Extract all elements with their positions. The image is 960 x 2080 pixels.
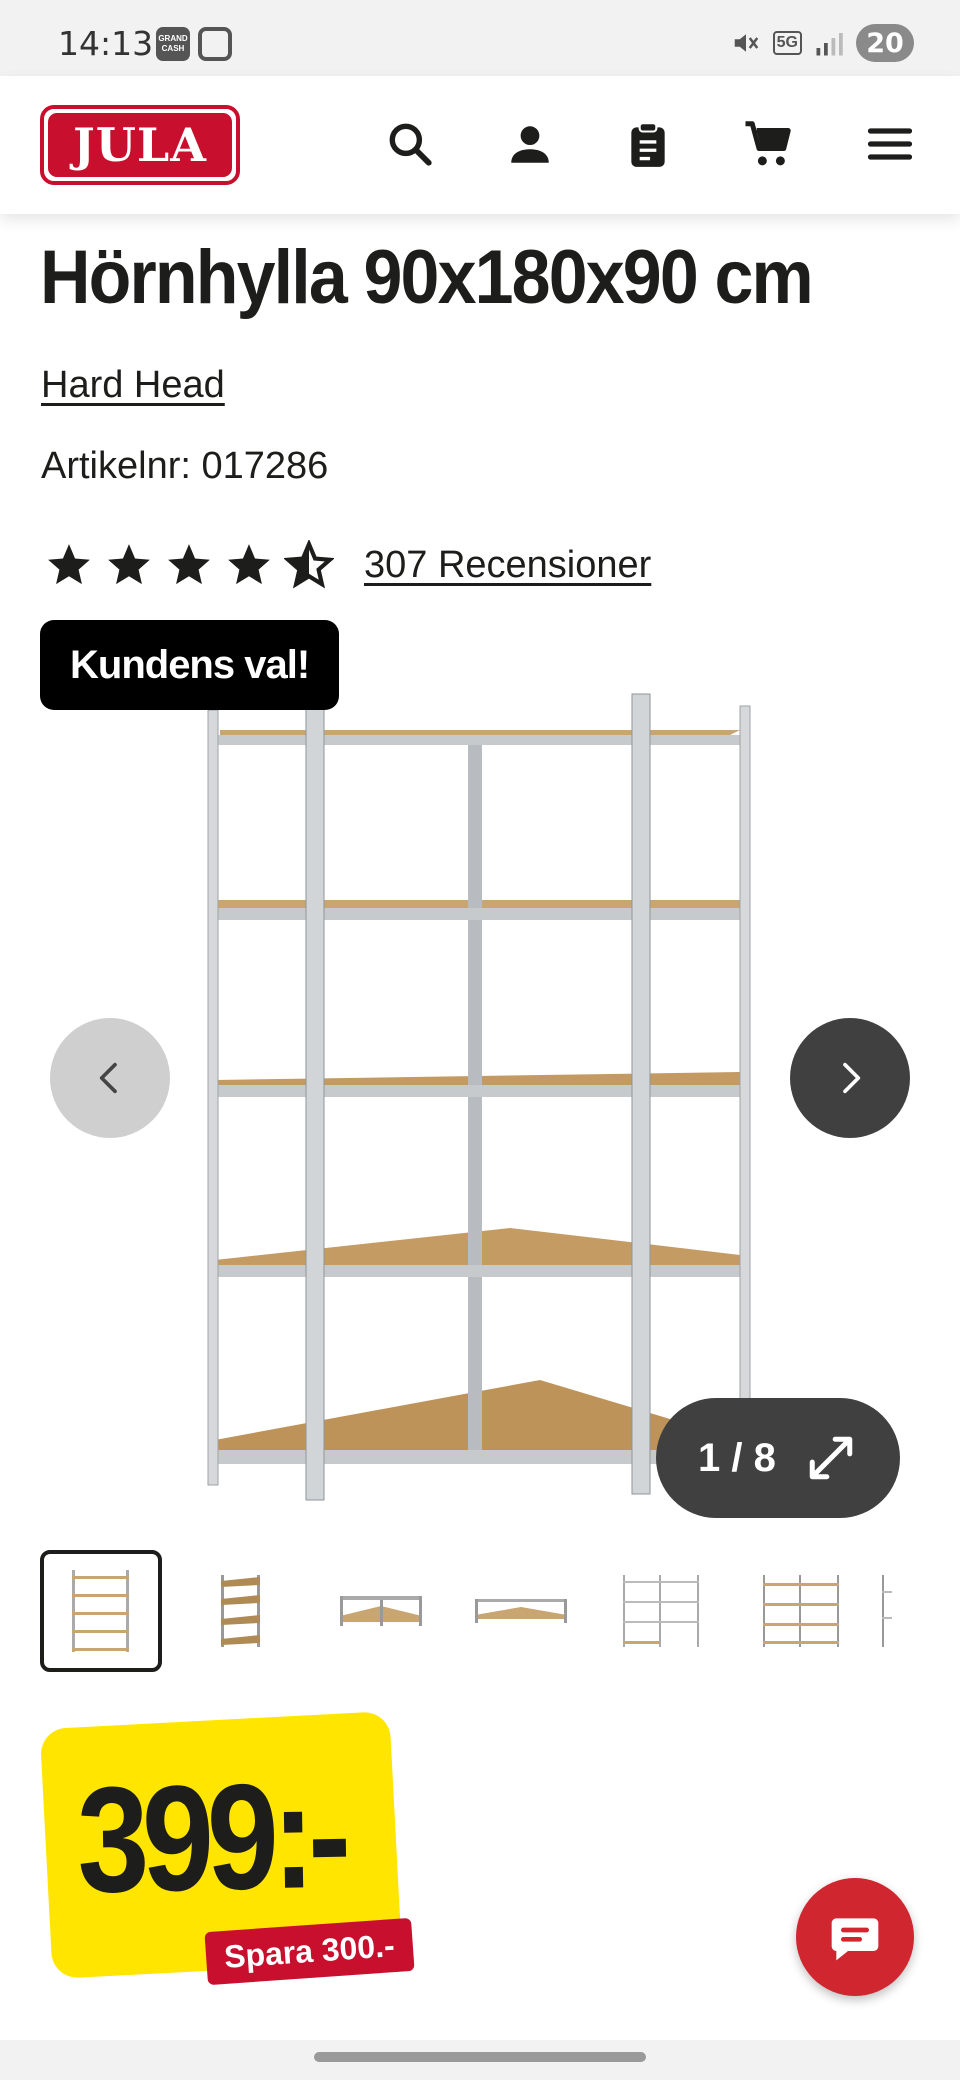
shopping-list-button[interactable] — [620, 116, 676, 172]
search-button[interactable] — [382, 116, 438, 172]
thumbnail-3[interactable] — [320, 1550, 442, 1672]
chevron-left-icon — [99, 1062, 117, 1094]
thumbnail-6[interactable] — [740, 1550, 862, 1672]
status-indicators: 5G 20 — [731, 22, 914, 64]
chevron-right-icon — [843, 1062, 861, 1094]
price-block: 399:- Spara 300.- — [39, 1711, 415, 1986]
image-counter: 1 / 8 — [698, 1435, 776, 1480]
chat-icon — [831, 1918, 879, 1961]
logo-badge: JULA — [48, 113, 232, 177]
product-title: Hörnhylla 90x180x90 cm — [40, 235, 814, 320]
signal-icon — [816, 33, 843, 56]
customer-choice-badge: Kundens val! — [40, 620, 340, 710]
thumbnail-strip — [40, 1550, 960, 1672]
star-full-icon — [108, 544, 150, 585]
reviews-link[interactable]: 307 Recensioner — [364, 544, 651, 587]
expand-icon — [809, 1436, 853, 1480]
cart-icon — [745, 121, 791, 166]
account-button[interactable] — [502, 116, 558, 172]
thumbnail-image — [72, 1570, 129, 1652]
cart-button[interactable] — [740, 116, 796, 172]
grand-cash-icon: GRAND CASH — [156, 27, 190, 61]
thumbnail-image — [475, 1599, 567, 1623]
price: 399:- — [76, 1750, 346, 1924]
star-full-icon — [48, 544, 90, 585]
chat-button[interactable] — [796, 1878, 914, 1996]
site-header: JULA — [0, 76, 960, 214]
menu-icon — [867, 128, 913, 160]
thumbnail-1[interactable] — [40, 1550, 162, 1672]
mute-icon — [734, 34, 758, 52]
previous-image-button[interactable] — [50, 1018, 170, 1138]
thumbnail-image — [221, 1575, 260, 1647]
screenshot-icon — [198, 27, 232, 61]
thumbnail-7[interactable] — [880, 1550, 920, 1672]
clipboard-icon — [631, 122, 665, 167]
logo-text: JULA — [73, 118, 207, 172]
thumbnail-5[interactable] — [600, 1550, 722, 1672]
product-gallery: Kundens val! 1 / 8 — [0, 620, 960, 1520]
search-icon — [389, 123, 432, 166]
next-image-button[interactable] — [790, 1018, 910, 1138]
product-image[interactable] — [200, 680, 760, 1520]
thumbnail-image — [882, 1575, 892, 1647]
thumbnail-4[interactable] — [460, 1550, 582, 1672]
status-time: 14:13 — [58, 24, 154, 63]
thumbnail-image — [763, 1575, 839, 1647]
brand-link[interactable]: Hard Head — [41, 364, 225, 407]
thumbnail-image — [340, 1596, 422, 1626]
menu-button[interactable] — [862, 116, 918, 172]
star-half-icon — [284, 540, 334, 589]
navigation-bar — [0, 2040, 960, 2080]
grand-cash-label: GRAND CASH — [158, 34, 188, 53]
jula-logo[interactable]: JULA — [40, 105, 240, 185]
network-type: 5G — [772, 31, 802, 55]
status-bar: 14:13 GRAND CASH 5G 20 — [0, 0, 960, 76]
image-counter-fullscreen-button[interactable]: 1 / 8 — [656, 1398, 900, 1518]
thumbnail-image — [623, 1575, 699, 1647]
star-full-icon — [168, 544, 210, 585]
battery-indicator: 20 — [856, 24, 914, 62]
thumbnail-2[interactable] — [180, 1550, 302, 1672]
rating-row[interactable]: 307 Recensioner — [44, 540, 651, 590]
star-full-icon — [228, 544, 270, 585]
article-number: Artikelnr: 017286 — [41, 445, 329, 487]
home-indicator[interactable] — [314, 2052, 646, 2062]
account-icon — [511, 126, 549, 163]
